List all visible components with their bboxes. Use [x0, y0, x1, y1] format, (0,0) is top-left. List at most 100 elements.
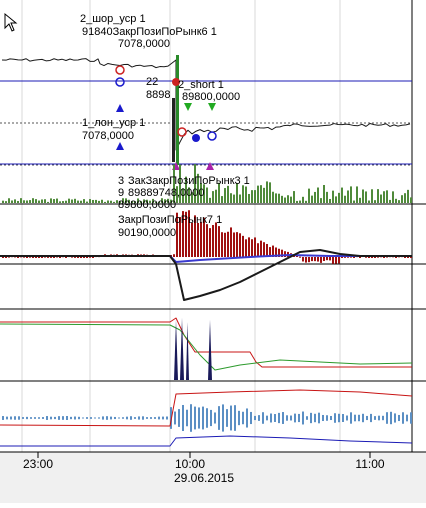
macd-histogram-bar — [332, 257, 334, 264]
macd-histogram-bar — [197, 222, 199, 257]
volume-bar — [398, 200, 400, 203]
volume-bar — [284, 197, 286, 203]
indicator-bar — [394, 413, 396, 423]
volume-bar — [239, 194, 241, 203]
volume-bar — [50, 198, 52, 203]
volume-bar — [263, 187, 265, 203]
macd-histogram-bar — [191, 222, 193, 257]
volume-bar — [74, 198, 76, 203]
volume-bar — [215, 189, 217, 203]
volume-bar — [47, 201, 49, 203]
macd-histogram-bar — [323, 257, 325, 262]
price-panel-label: 2_шор_уср 1 — [80, 13, 146, 25]
indicator-bar — [362, 413, 364, 423]
macd-histogram-bar — [200, 221, 202, 257]
indicator-bar — [66, 416, 68, 420]
volume-bar — [338, 192, 340, 203]
volume-bar — [8, 198, 10, 203]
indicator-bar — [94, 417, 96, 419]
indicator-bar — [46, 416, 48, 420]
macd-histogram-bar — [59, 257, 61, 258]
macd-histogram-bar — [359, 257, 361, 258]
price-panel-label: 8898 — [146, 89, 170, 101]
volume-bar — [23, 200, 25, 203]
indicator-bar — [118, 417, 120, 419]
indicator-bar — [114, 416, 116, 420]
indicator-bar — [10, 416, 12, 420]
volume-bar — [311, 195, 313, 203]
volume-bar — [374, 200, 376, 203]
trading-chart[interactable]: 23:00 10:00 11:00 29.06.2015 2_шор_уср 1 9184… — [0, 0, 426, 503]
volume-bar — [404, 193, 406, 203]
indicator-bar — [230, 405, 232, 431]
macd-histogram-bar — [92, 257, 94, 258]
volume-bar — [302, 196, 304, 203]
indicator-bar — [310, 412, 312, 424]
chart-canvas[interactable]: 23:00 10:00 11:00 29.06.2015 2_шор_уср 19184… — [0, 0, 426, 503]
x-tick-label: 11:00 — [355, 457, 384, 471]
macd-histogram-bar — [311, 257, 313, 262]
volume-bar — [305, 200, 307, 203]
volume-bar — [362, 189, 364, 203]
macd-histogram-bar — [305, 257, 307, 263]
macd-histogram-bar — [404, 257, 406, 258]
candle-spike — [176, 55, 179, 165]
indicator-bar — [74, 416, 76, 420]
volume-bar — [107, 200, 109, 203]
macd-histogram-bar — [368, 257, 370, 258]
indicator-bar — [14, 416, 16, 420]
volume-bar — [308, 188, 310, 203]
indicator-bar — [218, 406, 220, 430]
macd-histogram-bar — [50, 256, 52, 258]
x-date-label: 29.06.2015 — [174, 471, 234, 485]
indicator-bar — [354, 414, 356, 422]
indicator-bar — [398, 414, 400, 422]
price-panel-label: 22 — [146, 76, 158, 88]
indicator-bar — [150, 417, 152, 419]
macd-histogram-bar — [254, 237, 256, 257]
volume-bar — [272, 191, 274, 203]
indicator-bar — [386, 412, 388, 424]
x-tick-label: 23:00 — [23, 457, 53, 471]
indicator-bar — [226, 409, 228, 427]
macd-histogram-bar — [257, 243, 259, 257]
indicator-bar — [294, 413, 296, 423]
indicator-bar — [302, 411, 304, 425]
indicator-bar — [282, 412, 284, 424]
volume-bar — [389, 199, 391, 203]
indicator-bar — [298, 413, 300, 423]
macd-histogram-bar — [83, 257, 85, 258]
indicator-bar — [262, 412, 264, 424]
indicator-bar — [86, 417, 88, 419]
indicator-bar — [314, 413, 316, 423]
macd-histogram-bar — [221, 232, 223, 257]
volume-bar — [287, 195, 289, 203]
indicator-bar — [78, 416, 80, 420]
volume-bar — [227, 185, 229, 203]
price-panel-label: 91840ЗакрПозиПоРынк6 1 — [82, 26, 217, 38]
volume-panel-label: 9 — [118, 187, 124, 199]
volume-bar — [230, 193, 232, 203]
indicator-bar — [274, 414, 276, 422]
volume-bar — [86, 201, 88, 203]
indicator-bar — [222, 404, 224, 432]
indicator-bar — [214, 412, 216, 424]
volume-bar — [113, 201, 115, 203]
price-panel-label: 1_лон_уср 1 — [82, 117, 145, 129]
indicator-bar — [154, 417, 156, 419]
indicator-bar — [202, 406, 204, 430]
indicator-bar — [98, 417, 100, 419]
volume-bar — [65, 200, 67, 203]
x-tick-label: 10:00 — [175, 457, 205, 471]
indicator-bar — [290, 415, 292, 421]
indicator-bar — [346, 415, 348, 421]
volume-bar — [314, 191, 316, 203]
volume-bar — [104, 201, 106, 203]
indicator-bar — [110, 416, 112, 420]
volume-bar — [317, 187, 319, 203]
macd-histogram-bar — [308, 257, 310, 263]
macd-histogram-bar — [47, 256, 49, 258]
indicator-bar — [322, 414, 324, 422]
macd-histogram-bar — [371, 257, 373, 258]
macd-histogram-bar — [407, 257, 409, 258]
